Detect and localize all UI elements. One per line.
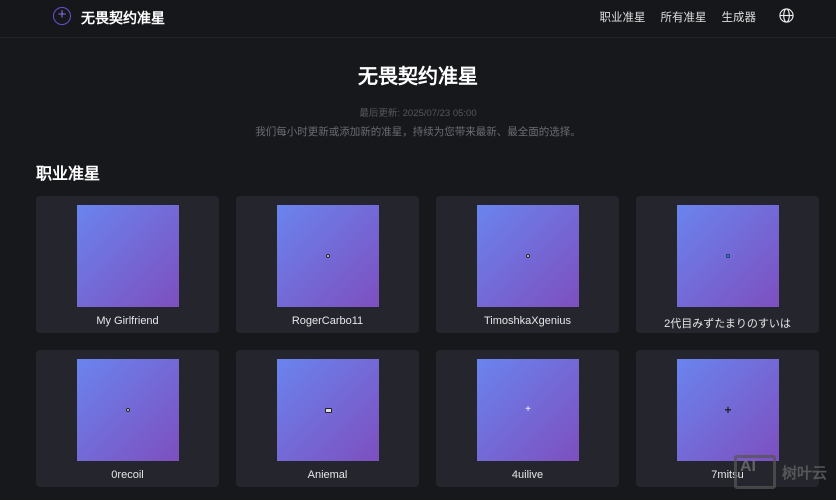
crosshair-name: 2代目みずたまりのすいは [664,318,791,330]
page-title: 无畏契约准星 [358,66,478,88]
crosshair-card[interactable]: My Girlfriend [36,196,219,333]
crosshair-card[interactable]: 2代目みずたまりのすいは [636,196,819,333]
nav-generator[interactable]: 生成器 [722,9,757,25]
crosshair-card[interactable]: Aniemal [236,350,419,487]
crosshair-icon [324,407,332,413]
section-title: 职业准星 [36,166,101,183]
crosshair-icon [126,408,130,412]
crosshair-grid: My Girlfriend RogerCarbo11 TimoshkaXgenius… [36,196,819,487]
nav-pro-crosshairs[interactable]: 职业准星 [600,9,646,25]
crosshair-card[interactable]: +4uilive [436,350,619,487]
crosshair-preview[interactable]: + [677,359,779,461]
top-nav: + 无畏契约准星 职业准星 所有准星 生成器 [0,0,836,38]
crosshair-preview[interactable] [277,359,379,461]
crosshair-name: TimoshkaXgenius [483,315,572,327]
crosshair-logo-icon[interactable]: + [53,7,71,25]
crosshair-preview[interactable] [77,205,179,307]
crosshair-name: My Girlfriend [96,315,159,327]
crosshair-card[interactable]: TimoshkaXgenius [436,196,619,333]
crosshair-preview[interactable] [477,205,579,307]
crosshair-icon [326,254,330,258]
crosshair-name: 4uilive [511,469,544,481]
crosshair-preview[interactable] [277,205,379,307]
crosshair-card[interactable]: RogerCarbo11 [236,196,419,333]
last-updated: 最后更新: 2025/07/23 05:00 [359,108,477,119]
crosshair-icon: + [525,404,531,415]
crosshair-icon [526,254,530,258]
crosshair-card[interactable]: 0recoil [36,350,219,487]
page-description: 我们每小时更新或添加新的准星，持续为您带来最新、最全面的选择。 [255,126,581,138]
crosshair-name: 0recoil [111,469,144,481]
crosshair-icon [726,254,730,258]
crosshair-preview[interactable] [677,205,779,307]
crosshair-icon: + [724,403,732,417]
globe-icon[interactable] [779,8,794,23]
watermark: AI 树叶云 [734,455,827,489]
watermark-logo-icon: AI [734,455,776,489]
crosshair-name: Aniemal [307,469,348,481]
nav-all-crosshairs[interactable]: 所有准星 [661,9,707,25]
crosshair-preview[interactable]: + [477,359,579,461]
crosshair-name: RogerCarbo11 [291,315,364,327]
brand-name[interactable]: 无畏契约准星 [81,8,165,28]
watermark-text: 树叶云 [782,464,828,482]
crosshair-preview[interactable] [77,359,179,461]
